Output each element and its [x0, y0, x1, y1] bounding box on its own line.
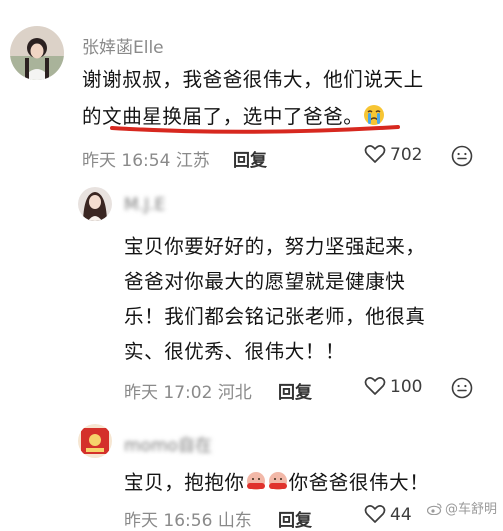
comment-username[interactable]: 张婞菡Elle [82, 33, 164, 58]
comment-2: M.J.E 宝贝你要好好的，努力坚强起来， 爸爸对你最大的愿望就是健康快 乐！我… [0, 178, 503, 414]
like-count: 702 [390, 145, 423, 165]
hug-emoji [267, 470, 289, 497]
comment-username[interactable]: momo自在 [124, 431, 212, 456]
comment-text-line: 谢谢叔叔，我爸爸很伟大，他们说天上 [82, 68, 424, 91]
like-count: 44 [390, 505, 412, 525]
like-button[interactable]: 100 [364, 376, 422, 397]
comment-text-line: 宝贝你要好好的，努力坚强起来， [124, 235, 426, 258]
reply-button[interactable]: 回复 [233, 146, 267, 171]
comment-text-line: 宝贝，抱抱你 你爸爸很伟大！ [124, 466, 429, 497]
avatar[interactable] [10, 26, 64, 80]
avatar[interactable] [78, 424, 112, 458]
reply-button[interactable]: 回复 [278, 506, 312, 531]
comment-meta: 昨天 16:56 山东 [124, 506, 252, 531]
comment-text-line: 实、很优秀、很伟大！！ [124, 340, 346, 363]
comment-username[interactable]: M.J.E [124, 195, 165, 215]
comment-1: 张婞菡Elle 谢谢叔叔，我爸爸很伟大，他们说天上 的文曲星换届了，选中了爸爸。… [0, 0, 503, 178]
comment-time: 昨天 16:54 [82, 151, 171, 171]
like-button[interactable]: 702 [364, 144, 422, 165]
like-count: 100 [390, 377, 423, 397]
weibo-logo-icon [426, 503, 442, 516]
emoji-face-icon[interactable] [451, 145, 473, 171]
heart-outline-icon [364, 377, 386, 395]
comment-location: 山东 [217, 511, 252, 531]
reply-button[interactable]: 回复 [278, 378, 312, 403]
watermark-text: @车舒明 [444, 502, 497, 517]
like-button[interactable]: 44 [364, 504, 412, 525]
emoji-face-icon[interactable] [451, 377, 473, 403]
heart-outline-icon [364, 505, 386, 523]
comment-time: 昨天 17:02 [124, 383, 213, 403]
comment-meta: 昨天 16:54 江苏 [82, 146, 210, 171]
comment-text-segment: 你爸爸很伟大！ [288, 471, 430, 494]
comment-text-segment: 宝贝，抱抱你 [124, 471, 245, 494]
crying-face-emoji [363, 104, 385, 131]
comment-meta: 昨天 17:02 河北 [124, 378, 252, 403]
comment-text-line: 的文曲星换届了，选中了爸爸。 [82, 100, 385, 131]
avatar[interactable] [78, 187, 112, 221]
comment-time: 昨天 16:56 [124, 511, 213, 531]
comment-location: 江苏 [175, 151, 210, 171]
comment-text-line: 爸爸对你最大的愿望就是健康快 [124, 270, 406, 293]
watermark: @车舒明 [426, 498, 497, 517]
comment-location: 河北 [217, 383, 252, 403]
comment-text-line: 乐！我们都会铭记张老师，他很真 [124, 305, 426, 328]
hug-emoji [245, 470, 267, 497]
comment-text-line-text: 的文曲星换届了，选中了爸爸。 [82, 105, 364, 128]
heart-outline-icon [364, 145, 386, 163]
